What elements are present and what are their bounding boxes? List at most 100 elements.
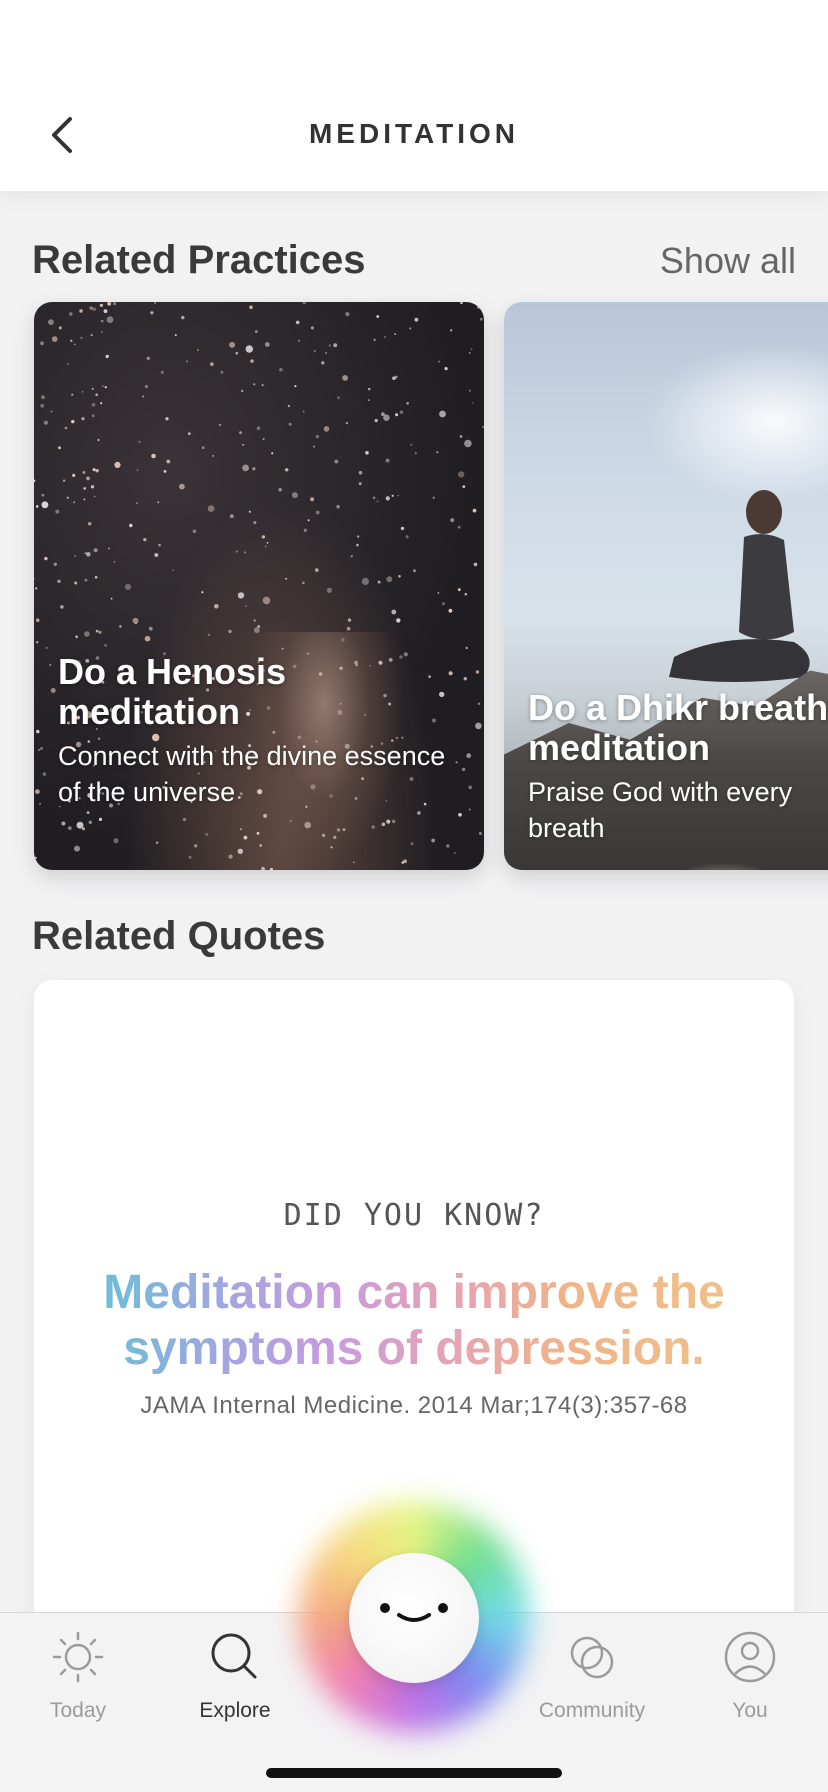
practice-card-henosis[interactable]: Do a Henosis meditation Connect with the… [34, 302, 484, 870]
tab-label: Community [538, 1699, 646, 1722]
star-dot [84, 552, 87, 554]
star-dot [310, 497, 315, 502]
tab-today[interactable]: Today [8, 1627, 148, 1737]
star-dot [376, 500, 379, 503]
star-dot [82, 471, 86, 474]
star-dot [155, 841, 159, 844]
star-dot [315, 435, 319, 439]
star-dot [252, 467, 256, 471]
star-dot [113, 838, 119, 844]
star-dot [253, 619, 256, 622]
star-dot [399, 410, 404, 414]
star-dot [42, 772, 47, 776]
star-dot [261, 535, 266, 539]
star-dot [475, 722, 482, 730]
star-dot [74, 343, 76, 346]
star-dot [295, 320, 300, 325]
star-dot [336, 504, 340, 509]
star-dot [361, 577, 369, 585]
star-dot [462, 485, 466, 488]
star-dot [391, 494, 394, 497]
star-dot [83, 498, 86, 501]
practice-card-title: Do a Dhikr breath meditation [528, 687, 828, 768]
star-dot [458, 813, 462, 817]
star-dot [228, 854, 233, 859]
tab-explore[interactable]: Explore [165, 1627, 305, 1737]
star-dot [347, 618, 352, 622]
star-dot [245, 345, 253, 353]
meditator-silhouette [669, 490, 810, 682]
mood-button[interactable] [349, 1553, 479, 1683]
star-dot [144, 635, 151, 642]
star-dot [431, 838, 435, 843]
star-dot [86, 552, 91, 557]
star-dot [437, 592, 440, 594]
star-dot [385, 496, 390, 501]
star-dot [396, 618, 401, 623]
star-dot [88, 522, 92, 526]
star-dot [88, 820, 92, 824]
star-dot [207, 505, 215, 512]
star-dot [36, 641, 39, 644]
tab-you[interactable]: You [680, 1627, 820, 1737]
star-dot [482, 425, 484, 429]
quote-kicker: DID YOU KNOW? [283, 1198, 545, 1233]
star-dot [74, 845, 80, 852]
star-dot [220, 370, 224, 374]
star-dot [235, 550, 238, 553]
star-dot [102, 385, 104, 387]
star-dot [86, 476, 90, 481]
star-dot [197, 349, 199, 351]
star-dot [58, 326, 62, 330]
star-dot [229, 514, 234, 519]
star-dot [179, 483, 185, 490]
star-dot [468, 352, 471, 354]
star-dot [49, 663, 52, 666]
star-dot [66, 496, 69, 499]
tab-label: Today [49, 1699, 107, 1722]
star-dot [132, 617, 139, 624]
star-dot [35, 505, 39, 508]
star-dot [346, 626, 351, 631]
star-dot [237, 592, 245, 599]
star-dot [80, 336, 83, 339]
star-dot [374, 419, 378, 423]
star-dot [40, 403, 45, 408]
star-dot [229, 341, 236, 348]
star-dot [242, 443, 245, 446]
star-dot [95, 629, 99, 633]
star-dot [245, 605, 248, 608]
star-dot [450, 329, 453, 332]
star-dot [410, 443, 413, 446]
star-dot [143, 538, 147, 542]
star-dot [477, 702, 481, 705]
star-dot [310, 326, 314, 330]
star-dot [257, 625, 261, 628]
star-dot [129, 523, 133, 528]
star-dot [70, 339, 73, 342]
search-icon [211, 1633, 257, 1679]
star-dot [69, 312, 73, 316]
star-dot [214, 604, 219, 609]
star-dot [58, 446, 61, 450]
star-dot [448, 608, 453, 613]
star-dot [321, 361, 325, 365]
practice-card-dhikr[interactable]: Do a Dhikr breath meditation Praise God … [504, 302, 828, 870]
star-dot [459, 435, 463, 438]
star-dot [89, 306, 93, 310]
star-dot [464, 439, 472, 448]
star-dot [453, 852, 456, 854]
star-dot [358, 470, 363, 475]
show-all-button[interactable]: Show all [660, 240, 796, 282]
star-dot [154, 302, 157, 304]
star-dot [35, 587, 38, 590]
star-dot [278, 488, 282, 492]
star-dot [248, 510, 251, 513]
star-dot [470, 348, 473, 350]
star-dot [417, 811, 421, 815]
star-dot [43, 420, 48, 425]
star-dot [207, 633, 211, 636]
tab-community[interactable]: Community [522, 1627, 662, 1737]
star-dot [432, 496, 435, 499]
star-dot [383, 335, 386, 339]
